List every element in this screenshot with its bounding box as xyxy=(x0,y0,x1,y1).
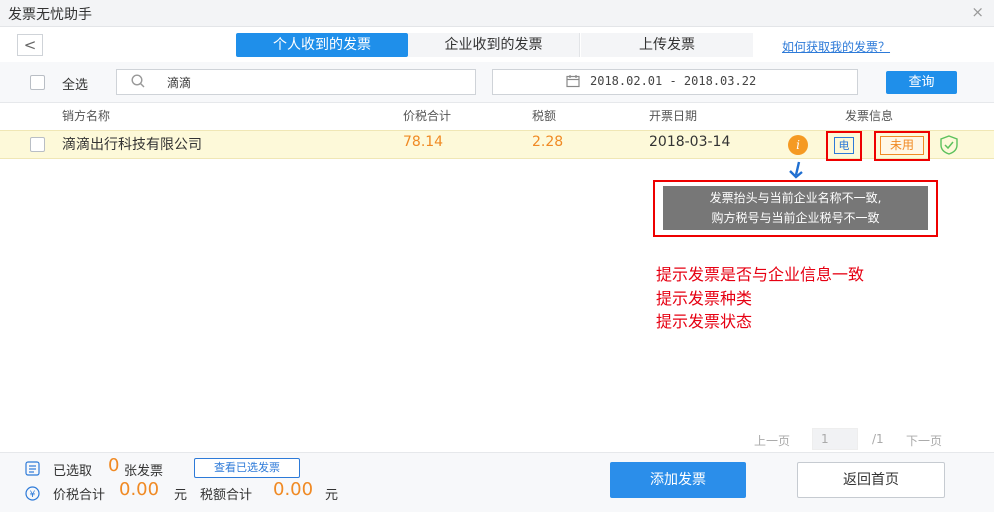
electronic-type-badge: 电 xyxy=(834,137,854,154)
row-total: 78.14 xyxy=(403,134,444,150)
tax-label: 税额合计 xyxy=(200,488,253,503)
yuan-icon: ¥ xyxy=(25,486,40,501)
search-icon xyxy=(131,74,145,88)
col-tax: 税额 xyxy=(532,109,557,123)
query-button[interactable]: 查询 xyxy=(886,71,957,94)
total-label: 价税合计 xyxy=(53,488,106,503)
back-home-button[interactable]: 返回首页 xyxy=(797,462,945,498)
note-status: 提示发票状态 xyxy=(656,312,753,331)
add-invoice-button[interactable]: 添加发票 xyxy=(610,462,746,498)
close-icon[interactable]: × xyxy=(971,3,984,21)
search-value: 滴滴 xyxy=(167,76,192,90)
col-seller: 销方名称 xyxy=(62,109,111,123)
page-number-input[interactable]: 1 xyxy=(812,428,858,450)
total-value: 0.00 xyxy=(119,479,160,500)
tax-value: 0.00 xyxy=(273,479,314,500)
prev-page-button[interactable]: 上一页 xyxy=(754,432,790,449)
calendar-icon xyxy=(566,75,580,88)
view-selected-button[interactable]: 查看已选发票 xyxy=(194,458,300,478)
svg-text:¥: ¥ xyxy=(30,490,36,500)
note-type: 提示发票种类 xyxy=(656,289,753,308)
page-total: /1 xyxy=(872,432,884,446)
back-button[interactable]: < xyxy=(17,34,43,56)
select-all-label: 全选 xyxy=(62,78,89,93)
selected-count: 0 xyxy=(108,455,120,476)
window-title: 发票无忧助手 xyxy=(8,7,92,23)
col-total: 价税合计 xyxy=(403,109,452,123)
tax-unit: 元 xyxy=(325,488,339,503)
next-page-button[interactable]: 下一页 xyxy=(906,432,942,449)
total-unit: 元 xyxy=(174,488,188,503)
selected-suffix: 张发票 xyxy=(124,464,164,479)
col-info: 发票信息 xyxy=(845,109,894,123)
tab-upload-invoice[interactable]: 上传发票 xyxy=(581,33,753,57)
tooltip: 发票抬头与当前企业名称不一致, 购方税号与当前企业税号不一致 xyxy=(663,186,928,230)
select-all-checkbox[interactable] xyxy=(30,75,45,90)
row-checkbox[interactable] xyxy=(30,137,45,152)
title-bar xyxy=(0,0,994,27)
row-date: 2018-03-14 xyxy=(649,134,731,150)
selected-prefix: 已选取 xyxy=(53,464,93,479)
info-icon[interactable]: i xyxy=(788,135,808,155)
help-link[interactable]: 如何获取我的发票？ xyxy=(782,38,890,55)
note-consistency: 提示发票是否与企业信息一致 xyxy=(656,265,865,284)
list-icon xyxy=(25,461,40,476)
date-range-value: 2018.02.01 - 2018.03.22 xyxy=(590,74,757,88)
col-date: 开票日期 xyxy=(649,109,698,123)
row-tax: 2.28 xyxy=(532,134,564,150)
shield-check-icon xyxy=(940,135,958,155)
tooltip-line-1: 发票抬头与当前企业名称不一致, xyxy=(709,191,882,205)
arrow-down-icon xyxy=(789,161,803,179)
tooltip-line-2: 购方税号与当前企业税号不一致 xyxy=(711,211,880,225)
status-badge: 未用 xyxy=(880,136,924,155)
tab-personal-invoices[interactable]: 个人收到的发票 xyxy=(236,33,408,57)
tab-company-invoices[interactable]: 企业收到的发票 xyxy=(408,33,580,57)
row-seller: 滴滴出行科技有限公司 xyxy=(62,137,202,153)
